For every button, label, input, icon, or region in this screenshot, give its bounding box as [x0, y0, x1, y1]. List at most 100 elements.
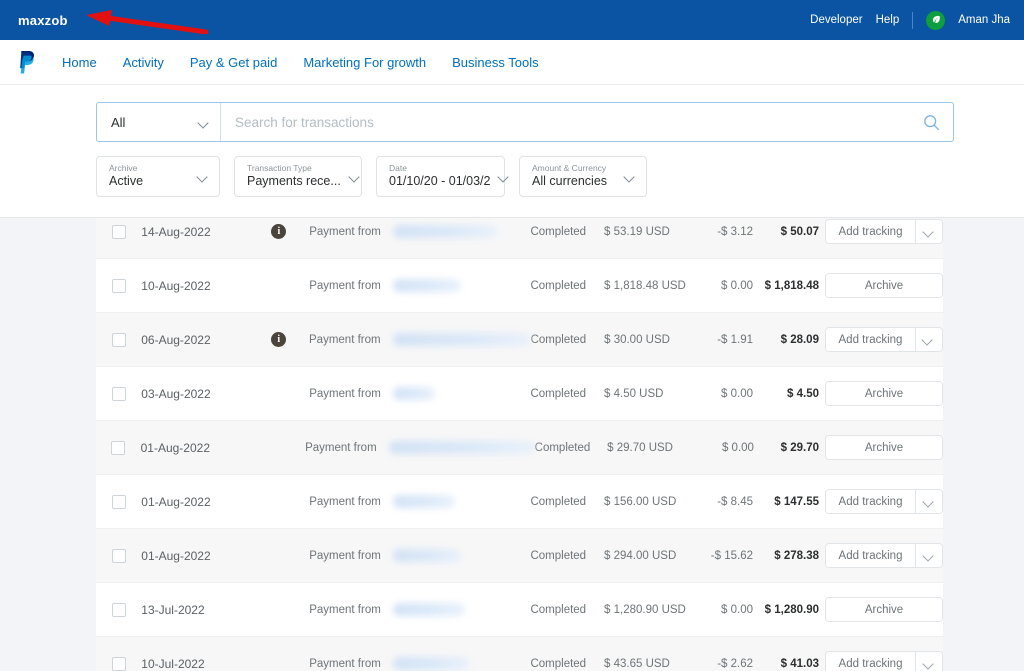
user-name-label[interactable]: Aman Jha: [958, 14, 1010, 26]
row-action-caret[interactable]: [915, 652, 943, 671]
row-checkbox[interactable]: [111, 602, 126, 617]
row-action-button-group: Add tracking: [825, 543, 944, 568]
row-action-caret[interactable]: [914, 328, 942, 351]
redacted-name: [392, 387, 435, 400]
row-net-amount: $ 28.09: [780, 333, 819, 346]
table-row[interactable]: 01-Aug-2022 Payment from Completed $ 29.70 …: [96, 421, 943, 475]
row-action-button[interactable]: Add tracking: [825, 328, 915, 351]
filter-archive-value: Active: [109, 174, 144, 189]
filter-date-label: Date: [389, 163, 407, 174]
row-checkbox-cell: [96, 548, 141, 563]
row-net-amount: $ 1,280.90: [764, 603, 820, 616]
row-action-button[interactable]: Archive: [826, 382, 943, 405]
filter-transaction-type-value: Payments rece...: [247, 174, 341, 189]
table-row[interactable]: 13-Jul-2022 Payment from Completed $ 1,280.…: [96, 583, 944, 637]
filter-archive[interactable]: Archive Active: [96, 156, 220, 197]
row-checkbox[interactable]: [111, 548, 126, 563]
paypal-logo-icon[interactable]: [18, 49, 40, 75]
row-counterparty-name: [377, 441, 535, 454]
filter-transaction-type[interactable]: Transaction Type Payments rece...: [234, 156, 362, 197]
row-action-button-group: Add tracking: [825, 219, 944, 244]
chevron-down-icon: [924, 498, 935, 505]
search-field-wrapper: [221, 103, 909, 141]
row-checkbox[interactable]: [111, 278, 126, 293]
row-action-button[interactable]: Add tracking: [826, 544, 916, 567]
top-bar: maxzob Developer Help Aman Jha: [0, 0, 1024, 40]
row-gross-amount: $ 1,280.90 USD: [604, 603, 686, 616]
row-description: Payment from: [309, 225, 381, 238]
avatar[interactable]: [926, 10, 946, 30]
status-badge: Completed: [530, 387, 587, 400]
nav-item-business-tools[interactable]: Business Tools: [452, 55, 538, 70]
row-action-button[interactable]: Add tracking: [826, 220, 916, 243]
status-badge: Completed: [530, 333, 587, 346]
row-checkbox[interactable]: [111, 332, 126, 347]
row-description: Payment from: [309, 387, 381, 400]
row-description: Payment from: [309, 333, 381, 346]
status-badge: Completed: [530, 603, 587, 616]
row-action-button[interactable]: Add tracking: [826, 652, 916, 671]
row-date: 10-Jul-2022: [141, 656, 205, 671]
row-gross-amount: $ 53.19 USD: [604, 225, 670, 238]
nav-links: Home Activity Pay & Get paid Marketing F…: [62, 55, 539, 70]
row-date: 01-Aug-2022: [141, 494, 211, 509]
developer-link[interactable]: Developer: [810, 14, 862, 26]
row-checkbox[interactable]: [111, 224, 126, 239]
row-date: 06-Aug-2022: [141, 332, 211, 347]
row-gross-amount: $ 30.00 USD: [604, 333, 670, 346]
table-row[interactable]: 03-Aug-2022 Payment from Completed $ 4.50 U…: [96, 367, 944, 421]
info-icon[interactable]: i: [271, 224, 287, 239]
row-action-button[interactable]: Archive: [826, 274, 943, 297]
search-type-select[interactable]: All: [97, 103, 221, 141]
search-input[interactable]: [235, 114, 895, 130]
row-net-amount: $ 278.38: [774, 549, 820, 562]
nav-item-pay-get-paid[interactable]: Pay & Get paid: [190, 55, 277, 70]
row-checkbox[interactable]: [111, 656, 126, 671]
table-row[interactable]: 10-Jul-2022 Payment from Completed $ 43.65 …: [96, 637, 944, 671]
row-counterparty-name: [381, 387, 531, 400]
row-date: 01-Aug-2022: [141, 548, 211, 563]
filter-amount-currency[interactable]: Amount & Currency All currencies: [519, 156, 647, 197]
table-row[interactable]: 06-Aug-2022 i Payment from Completed $ 30.00…: [96, 313, 943, 367]
status-badge: Completed: [530, 279, 587, 292]
row-checkbox-cell: [96, 440, 141, 455]
row-fee-amount: $ 0.00: [721, 441, 754, 454]
table-row[interactable]: 10-Aug-2022 Payment from Completed $ 1,818.…: [96, 259, 944, 313]
row-action-button[interactable]: Archive: [826, 436, 942, 459]
row-action-button[interactable]: Add tracking: [826, 490, 916, 513]
row-action-cell: Add tracking: [825, 489, 944, 514]
chevron-down-icon: [923, 336, 934, 343]
table-row[interactable]: 01-Aug-2022 Payment from Completed $ 156.00…: [96, 475, 944, 529]
row-fee-amount: -$ 3.12: [717, 225, 753, 238]
row-action-button[interactable]: Archive: [826, 598, 943, 621]
row-date: 10-Aug-2022: [141, 278, 211, 293]
transaction-list-area: 14-Aug-2022 i Payment from Completed $ 53.19…: [0, 218, 1024, 671]
row-fee-amount: -$ 15.62: [710, 549, 753, 562]
row-counterparty-name: [381, 225, 531, 238]
search-submit-button[interactable]: [909, 103, 953, 141]
help-link[interactable]: Help: [876, 14, 900, 26]
row-action-caret[interactable]: [915, 544, 943, 567]
nav-item-activity[interactable]: Activity: [123, 55, 164, 70]
row-checkbox[interactable]: [111, 440, 126, 455]
redacted-name: [392, 657, 469, 670]
nav-item-home[interactable]: Home: [62, 55, 97, 70]
brand-logo-text[interactable]: maxzob: [18, 13, 68, 28]
row-checkbox-cell: [96, 332, 141, 347]
table-row[interactable]: 01-Aug-2022 Payment from Completed $ 294.00…: [96, 529, 944, 583]
search-bar: All: [96, 102, 954, 142]
row-action-caret[interactable]: [915, 220, 943, 243]
search-icon: [923, 114, 939, 130]
row-checkbox[interactable]: [111, 494, 126, 509]
info-icon[interactable]: i: [271, 332, 287, 347]
redacted-name: [392, 279, 461, 292]
nav-item-marketing-for-growth[interactable]: Marketing For growth: [303, 55, 426, 70]
filter-date[interactable]: Date 01/10/20 - 01/03/2: [376, 156, 505, 197]
row-checkbox[interactable]: [111, 386, 126, 401]
row-action-caret[interactable]: [915, 490, 943, 513]
top-bar-right-group: Developer Help Aman Jha: [810, 10, 1010, 30]
row-action-cell: Archive: [825, 273, 944, 298]
row-action-cell: Archive: [825, 597, 944, 622]
table-row[interactable]: 14-Aug-2022 i Payment from Completed $ 53.19…: [96, 218, 944, 259]
chevron-down-icon: [199, 119, 210, 126]
